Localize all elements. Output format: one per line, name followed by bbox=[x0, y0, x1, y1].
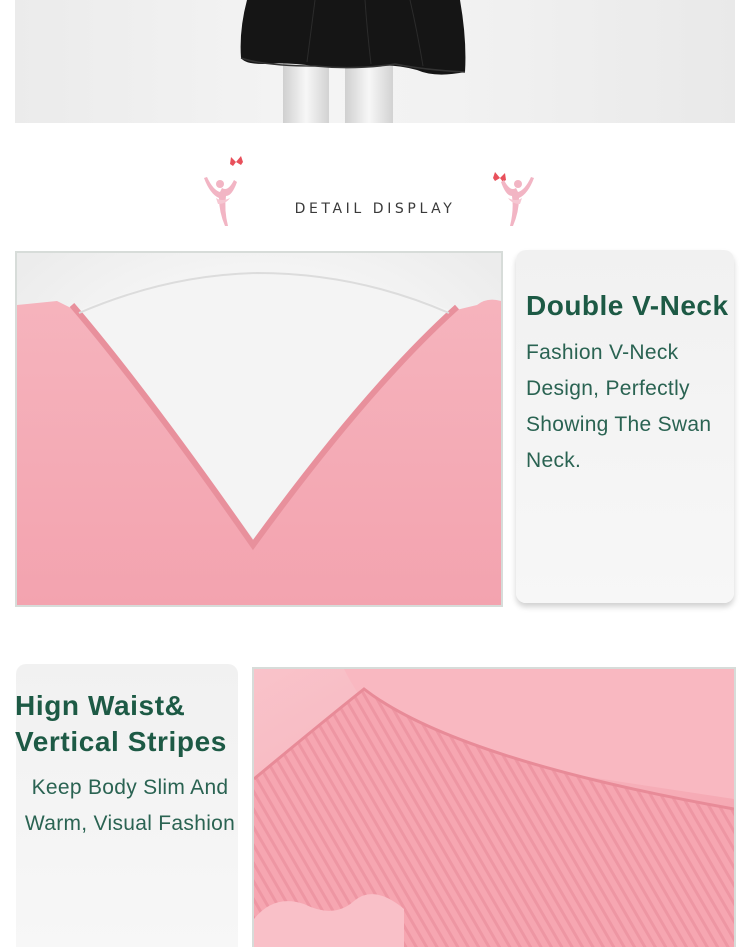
feature-description-line: Keep Body Slim And bbox=[31, 776, 229, 799]
feature-heading-line: Hign Waist& bbox=[15, 690, 186, 721]
section-title: DETAIL DISPLAY bbox=[294, 201, 456, 217]
feature-description: Fashion V-Neck Design, Perfectly Showing… bbox=[526, 341, 712, 472]
feature-heading-line: Vertical Stripes bbox=[15, 726, 227, 757]
feature-description: Keep Body Slim And Warm, Visual Fashion bbox=[15, 770, 245, 842]
vneck-detail-photo bbox=[15, 251, 503, 607]
ballerina-icon bbox=[200, 154, 250, 230]
ballerina-icon bbox=[488, 154, 538, 230]
skirt-photo bbox=[15, 0, 735, 123]
feature-heading: Double V-Neck bbox=[526, 290, 729, 321]
waist-detail-photo bbox=[252, 667, 736, 947]
feature-description-line: Warm, Visual Fashion bbox=[24, 812, 236, 835]
section-header: DETAIL DISPLAY bbox=[0, 140, 750, 240]
feature-heading: Hign Waist& Vertical Stripes bbox=[15, 688, 250, 760]
